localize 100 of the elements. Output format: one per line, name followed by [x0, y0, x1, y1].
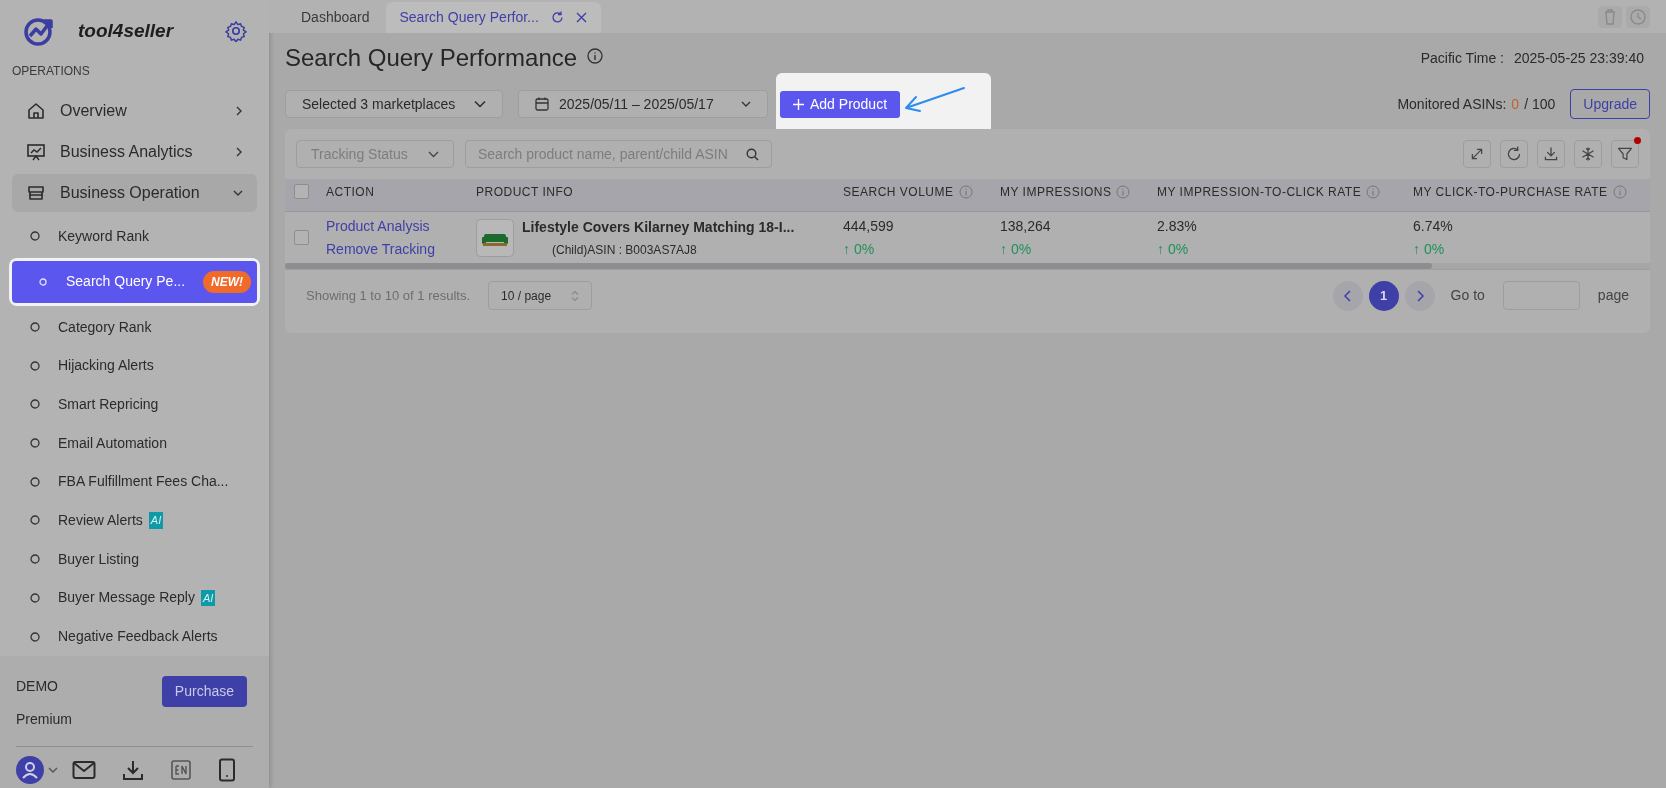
column-header: SEARCH VOLUME	[843, 183, 954, 201]
product-asin: (Child)ASIN : B003AS7AJ8	[551, 241, 698, 259]
column-header: MY IMPRESSIONS	[1000, 183, 1112, 201]
nav-group[interactable]: Business Analytics	[12, 133, 257, 171]
settings-icon[interactable]	[225, 20, 247, 42]
time-value: 2025-05-25 23:39:40	[1514, 48, 1644, 68]
download-icon[interactable]	[1537, 140, 1565, 168]
metric-value: 2.83%	[1157, 216, 1198, 236]
page-title: Search Query Performance	[285, 43, 578, 73]
nav-item[interactable]: Category Rank	[0, 307, 269, 347]
tab[interactable]: Search Query Perfor...	[385, 2, 601, 33]
chevron-down-icon	[741, 100, 751, 108]
purchase-button[interactable]: Purchase	[161, 675, 247, 707]
column-header: MY CLICK-TO-PURCHASE RATE	[1413, 183, 1608, 201]
brand-name: tool4seller	[78, 18, 174, 43]
nav-item[interactable]: Smart Repricing	[0, 385, 269, 424]
metric-value: 6.74%	[1413, 216, 1454, 236]
circle-icon	[30, 631, 40, 642]
ai-badge: AI	[200, 589, 216, 607]
circle-icon	[30, 399, 40, 410]
previous-page-icon[interactable]	[1332, 280, 1363, 311]
action-link[interactable]: Remove Tracking	[326, 238, 460, 260]
nav-group[interactable]: Overview	[12, 92, 257, 130]
nav-item[interactable]: Hijacking Alerts	[0, 346, 269, 386]
nav-item[interactable]: Keyword Rank	[0, 217, 269, 256]
next-page-icon[interactable]	[1404, 280, 1435, 311]
results-summary: Showing 1 to 10 of 1 results.	[306, 286, 471, 305]
select-all-checkbox[interactable]	[294, 184, 309, 199]
expand-icon[interactable]	[1463, 140, 1491, 168]
circle-icon	[30, 515, 40, 526]
metric-value: 444,599	[843, 216, 895, 236]
nav-item[interactable]: FBA Fulfillment Fees Cha...	[0, 462, 269, 502]
metric-change: ↑ 0%	[1000, 239, 1033, 259]
sort-arrows-icon	[571, 289, 580, 302]
circle-icon	[30, 554, 40, 565]
close-icon[interactable]	[575, 12, 587, 23]
nav-item[interactable]: Buyer Listing	[0, 539, 269, 579]
house-icon	[26, 101, 46, 121]
search-icon[interactable]	[746, 147, 759, 161]
tab[interactable]: Dashboard	[285, 2, 386, 33]
metric-value: 138,264	[1000, 216, 1052, 236]
nav-item[interactable]: Review Alerts AI	[0, 501, 269, 540]
metric-change: ↑ 0%	[1157, 239, 1190, 259]
nav-item[interactable]: Email Automation	[0, 423, 269, 463]
snowflake-icon[interactable]	[1574, 140, 1602, 168]
language-icon[interactable]	[170, 759, 192, 782]
phone-icon[interactable]	[218, 758, 236, 783]
upgrade-button[interactable]: Upgrade	[1570, 89, 1650, 119]
circle-icon	[30, 360, 40, 371]
ai-badge: AI	[148, 512, 164, 529]
circle-icon	[30, 438, 40, 449]
nav-item[interactable]: Search Query Pe... NEW!	[12, 260, 257, 303]
info-icon[interactable]	[587, 48, 604, 64]
metric-change: ↑ 0%	[843, 239, 876, 259]
page-label: page	[1597, 286, 1629, 305]
marketplace-select[interactable]: Selected 3 marketplaces	[285, 90, 503, 118]
refresh-icon[interactable]	[1500, 140, 1528, 168]
time-label: Pacific Time :	[1420, 48, 1504, 68]
refresh-icon[interactable]	[550, 11, 564, 24]
download-icon[interactable]	[122, 759, 144, 782]
circle-icon	[30, 592, 40, 603]
column-header: MY IMPRESSION-TO-CLICK RATE	[1157, 183, 1362, 201]
presentation-chart-icon	[26, 142, 46, 162]
chevron-down-icon[interactable]	[233, 189, 243, 197]
row-checkbox[interactable]	[294, 230, 309, 245]
account-name: DEMO	[16, 676, 59, 696]
product-title[interactable]: Lifestyle Covers Kilarney Matching 18-I...	[522, 216, 795, 238]
chevron-right-icon[interactable]	[235, 147, 243, 157]
mail-icon[interactable]	[72, 760, 96, 781]
user-avatar-icon[interactable]	[16, 756, 44, 785]
action-link[interactable]: Product Analysis	[326, 215, 460, 237]
nav-group[interactable]: Business Operation	[12, 174, 257, 212]
account-plan: Premium	[16, 709, 72, 729]
monitored-label: Monitored ASINs:	[1397, 94, 1507, 114]
calendar-icon	[535, 97, 549, 111]
monitored-limit: / 100	[1524, 94, 1556, 114]
monitored-count: 0	[1511, 94, 1520, 114]
chevron-down-icon	[428, 150, 439, 158]
add-product-button[interactable]: Add Product	[780, 90, 901, 118]
date-range-picker[interactable]: 2025/05/11 – 2025/05/17	[518, 90, 768, 118]
plus-icon	[793, 98, 804, 110]
chevron-down-icon	[474, 100, 486, 108]
metric-change: ↑ 0%	[1413, 239, 1446, 259]
new-badge: NEW!	[203, 270, 252, 293]
caret-icon[interactable]	[48, 766, 58, 775]
nav-item[interactable]: Buyer Message Reply AI	[0, 578, 269, 618]
section-heading: OPERATIONS	[11, 63, 91, 80]
circle-icon	[38, 276, 48, 287]
column-header: ACTION	[326, 183, 375, 201]
product-thumbnail	[476, 218, 514, 257]
goto-label: Go to	[1450, 286, 1485, 305]
nav-item[interactable]: Negative Feedback Alerts	[0, 617, 269, 656]
chevron-right-icon[interactable]	[235, 106, 243, 116]
page-button[interactable]: 1	[1368, 280, 1399, 311]
arrow-icon	[902, 86, 967, 114]
page-size-select[interactable]: 10 / page	[488, 281, 593, 310]
store-icon	[26, 183, 46, 203]
circle-icon	[30, 476, 40, 487]
column-header: PRODUCT INFO	[476, 183, 574, 201]
circle-icon	[30, 322, 40, 333]
